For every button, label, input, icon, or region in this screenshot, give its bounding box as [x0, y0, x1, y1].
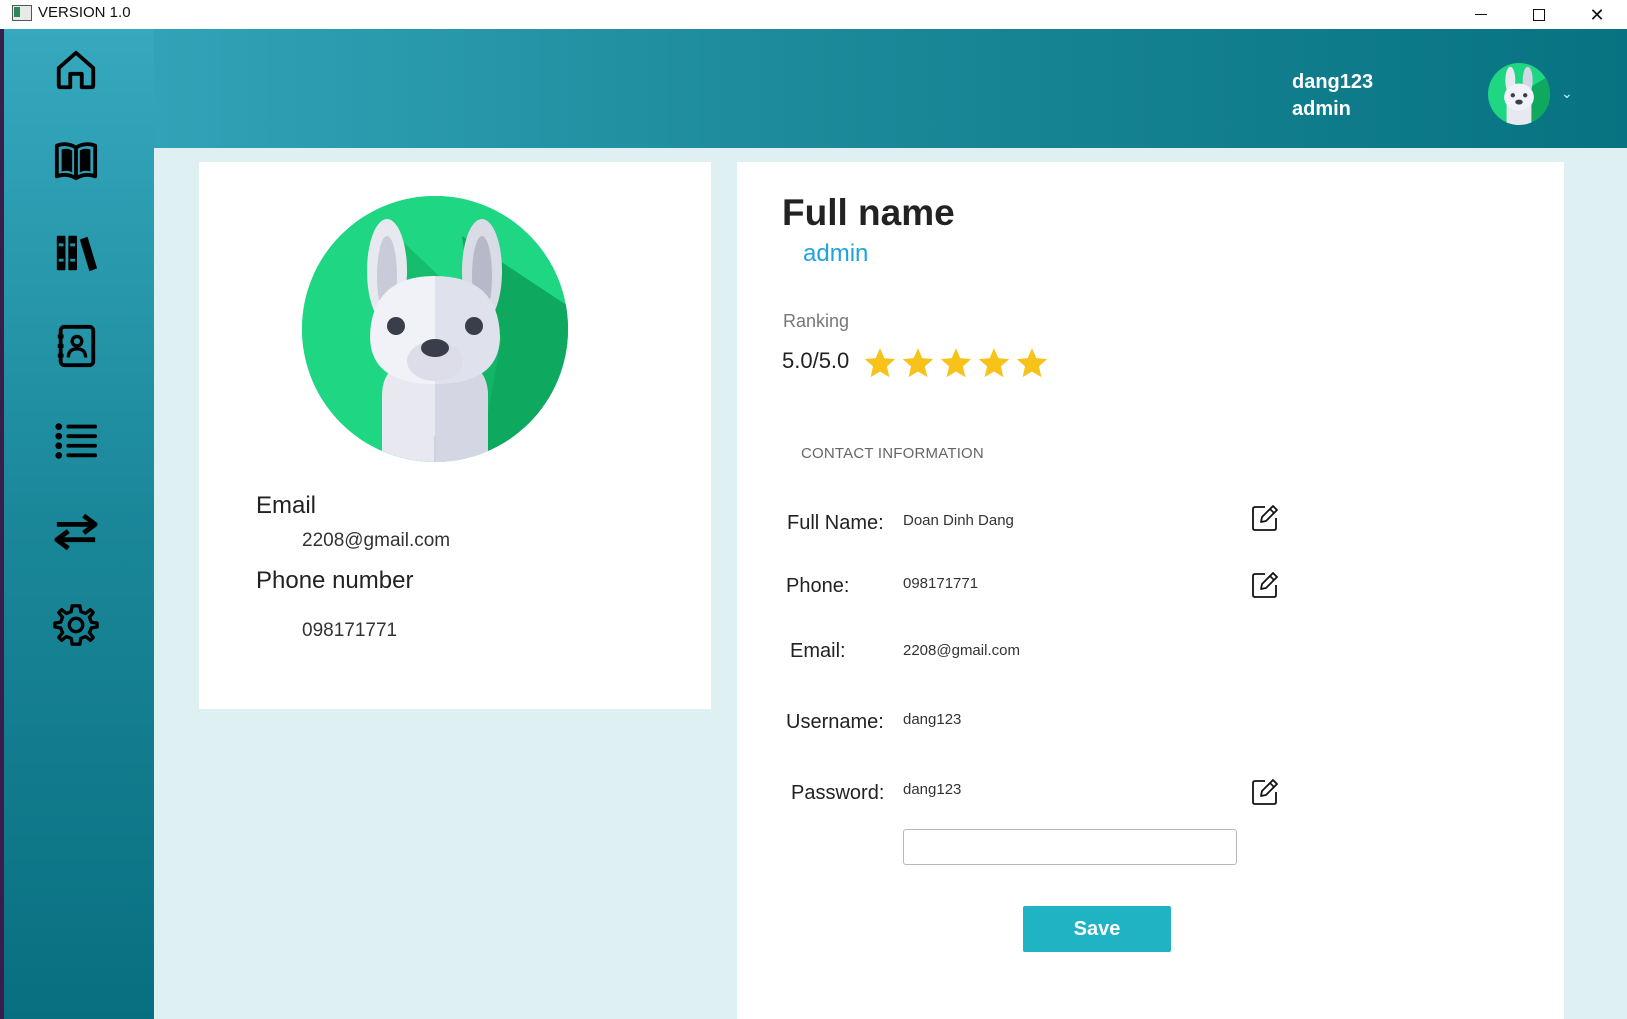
edit-icon [1252, 779, 1278, 805]
email-label: Email [256, 492, 317, 519]
phone-row-value: 098171771 [903, 575, 979, 592]
star-icon [940, 348, 972, 378]
contacts-icon [57, 324, 96, 368]
email-row-value: 2208@gmail.com [903, 642, 1020, 659]
window-title: VERSION 1.0 [38, 4, 131, 21]
edit-full-name-button[interactable] [1251, 504, 1279, 532]
rabbit-avatar-icon [1504, 66, 1550, 125]
profile-avatar [302, 196, 568, 462]
rating-stars [863, 346, 1049, 380]
phone-row-label: Phone: [786, 575, 850, 597]
username-row-label: Username: [786, 711, 884, 733]
full-name-value: Doan Dinh Dang [903, 512, 1014, 529]
home-icon [56, 50, 96, 90]
profile-card: Email 2208@gmail.com Phone number 098171… [199, 162, 711, 709]
maximize-button[interactable] [1516, 0, 1562, 29]
sidebar-item-books[interactable] [52, 137, 100, 185]
edit-icon [1252, 505, 1278, 531]
sidebar-item-settings[interactable] [52, 601, 100, 649]
main-content: Email 2208@gmail.com Phone number 098171… [154, 148, 1627, 1019]
settings-icon [53, 604, 99, 646]
star-icon [902, 348, 934, 378]
edit-phone-button[interactable] [1251, 571, 1279, 599]
minimize-button[interactable] [1458, 0, 1504, 29]
sidebar-item-contacts[interactable] [52, 322, 100, 370]
maximize-icon [1533, 8, 1545, 21]
library-icon [56, 235, 98, 272]
transfer-icon [54, 513, 98, 551]
password-row-value: dang123 [903, 781, 962, 798]
sidebar-item-transfer[interactable] [52, 508, 100, 556]
edit-password-button[interactable] [1251, 778, 1279, 806]
star-icon [864, 348, 896, 378]
minimize-icon [1475, 14, 1487, 15]
header-user-info: dang123 admin [1292, 69, 1373, 123]
password-input[interactable] [903, 829, 1237, 865]
save-button[interactable]: Save [1023, 906, 1171, 952]
email-value: 2208@gmail.com [302, 530, 451, 551]
edit-icon [1252, 572, 1278, 598]
close-button[interactable]: ✕ [1574, 0, 1620, 29]
phone-value: 098171771 [302, 620, 398, 641]
star-icon [1016, 348, 1048, 378]
sidebar-item-list[interactable] [52, 416, 100, 464]
close-icon: ✕ [1589, 4, 1605, 25]
app-window: dang123 admin ⌄ Email 2208@gmail.com Pho… [4, 29, 1627, 1019]
chevron-down-icon[interactable]: ⌄ [1561, 85, 1573, 102]
contact-section-title: CONTACT INFORMATION [801, 445, 984, 462]
role-text: admin [803, 240, 869, 267]
phone-label: Phone number [256, 567, 414, 594]
sidebar-item-library[interactable] [52, 229, 100, 277]
app-icon [12, 5, 32, 21]
book-icon [54, 142, 98, 181]
rabbit-avatar-icon [302, 196, 568, 462]
header-role: admin [1292, 98, 1351, 120]
password-row-label: Password: [791, 782, 885, 804]
username-row-value: dang123 [903, 711, 962, 728]
header-avatar[interactable] [1488, 63, 1550, 125]
sidebar [4, 29, 154, 1019]
ranking-value: 5.0/5.0 [782, 348, 850, 373]
details-card: Full name admin Ranking 5.0/5.0 CONTACT … [737, 162, 1564, 1019]
list-icon [55, 423, 98, 459]
ranking-label: Ranking [783, 311, 850, 331]
full-name-label: Full Name: [787, 512, 884, 534]
email-row-label: Email: [790, 640, 846, 662]
full-name-heading: Full name [782, 192, 955, 233]
header-username: dang123 [1292, 71, 1374, 93]
sidebar-item-home[interactable] [52, 46, 100, 94]
window-title-bar: VERSION 1.0 ✕ [0, 0, 1627, 29]
star-icon [978, 348, 1010, 378]
